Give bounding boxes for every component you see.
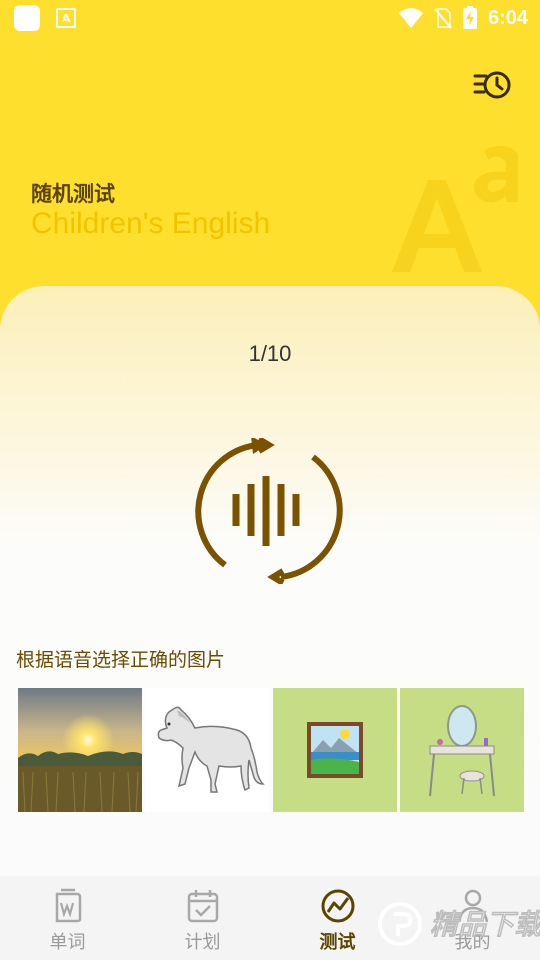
page-title: 随机测试 xyxy=(31,182,115,206)
wifi-icon xyxy=(398,8,423,28)
question-text: 根据语音选择正确的图片 xyxy=(16,649,226,671)
test-chart-icon xyxy=(321,889,354,923)
question-progress: 1/10 xyxy=(248,341,292,366)
tab-words[interactable]: 单词 xyxy=(0,876,135,960)
history-list-icon[interactable] xyxy=(472,66,512,106)
clock-time: 6:04 xyxy=(487,6,528,29)
tab-label: 计划 xyxy=(184,932,221,953)
status-bar: A 6:04 xyxy=(0,0,540,36)
word-book-icon xyxy=(55,888,81,923)
app-icon xyxy=(14,5,40,31)
replay-audio-icon[interactable] xyxy=(195,438,343,584)
option-sunset-field[interactable] xyxy=(18,688,142,812)
a-notification-icon: A xyxy=(56,8,76,28)
page-subtitle: Children's English xyxy=(31,207,271,240)
decorative-aa-letters xyxy=(392,145,518,272)
option-picture[interactable] xyxy=(273,688,397,812)
calendar-check-icon xyxy=(187,890,218,923)
option-horse[interactable] xyxy=(145,688,269,812)
tab-plan[interactable]: 计划 xyxy=(135,876,270,960)
battery-charging-icon xyxy=(462,6,477,29)
tab-label: 单词 xyxy=(49,932,86,953)
no-sim-icon xyxy=(434,8,452,29)
picture-image xyxy=(307,722,363,778)
dressing-table-image xyxy=(429,705,495,797)
horse-image xyxy=(157,706,265,793)
watermark-logo: 精品下载 xyxy=(378,902,540,946)
sunset-field-image xyxy=(18,688,142,812)
watermark-text: 精品下载 xyxy=(430,908,540,941)
option-dressing-table[interactable] xyxy=(400,688,524,812)
